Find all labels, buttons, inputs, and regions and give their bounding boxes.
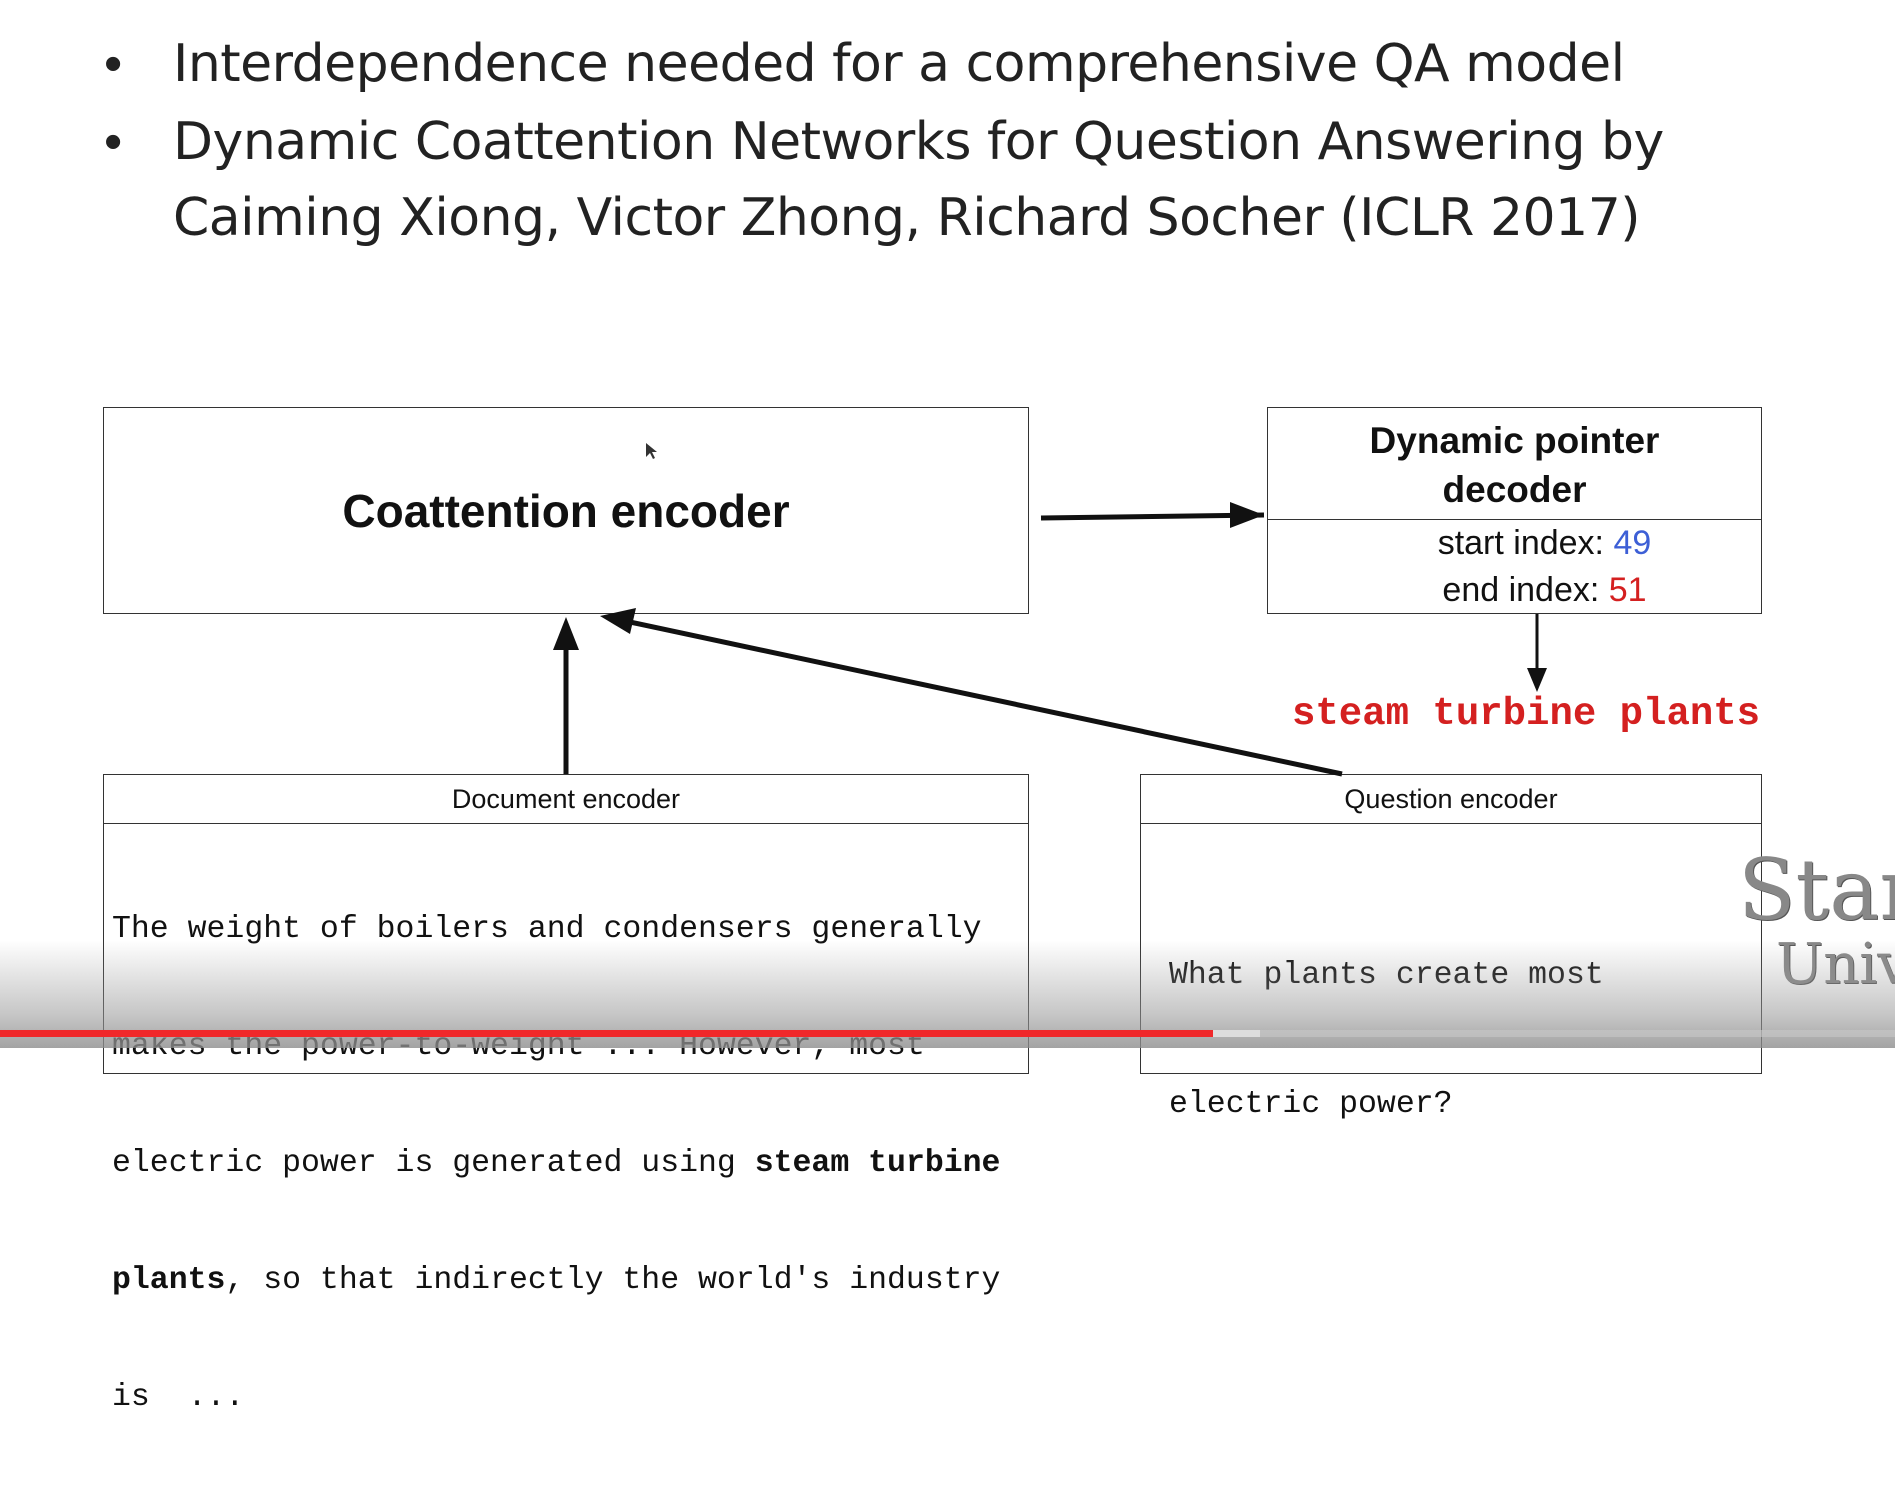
arrow-question-to-coattention xyxy=(600,608,1343,777)
arrow-document-to-coattention xyxy=(553,617,579,774)
logo-line: Univ xyxy=(1776,932,1895,997)
video-played-bar[interactable] xyxy=(0,1030,1213,1037)
document-line: electric power is generated using steam … xyxy=(112,1144,1028,1183)
mouse-cursor-icon xyxy=(646,443,657,459)
document-line: plants, so that indirectly the world's i… xyxy=(112,1261,1028,1300)
logo-line: Stan xyxy=(1738,841,1895,939)
stanford-logo: Stan Univ xyxy=(1738,845,1895,995)
document-highlight: steam turbine xyxy=(754,1146,1001,1181)
document-highlight: plants xyxy=(112,1263,226,1298)
question-line: electric power? xyxy=(1169,1087,1453,1122)
document-text-span: electric power is generated using xyxy=(112,1146,755,1181)
arrow-decoder-to-answer xyxy=(1527,614,1547,692)
diagram-arrows xyxy=(553,443,1547,777)
arrow-encoder-to-decoder xyxy=(1040,502,1265,528)
document-line: is ... xyxy=(112,1380,245,1415)
document-text-span: , so that indirectly the world's industr… xyxy=(225,1263,1001,1298)
